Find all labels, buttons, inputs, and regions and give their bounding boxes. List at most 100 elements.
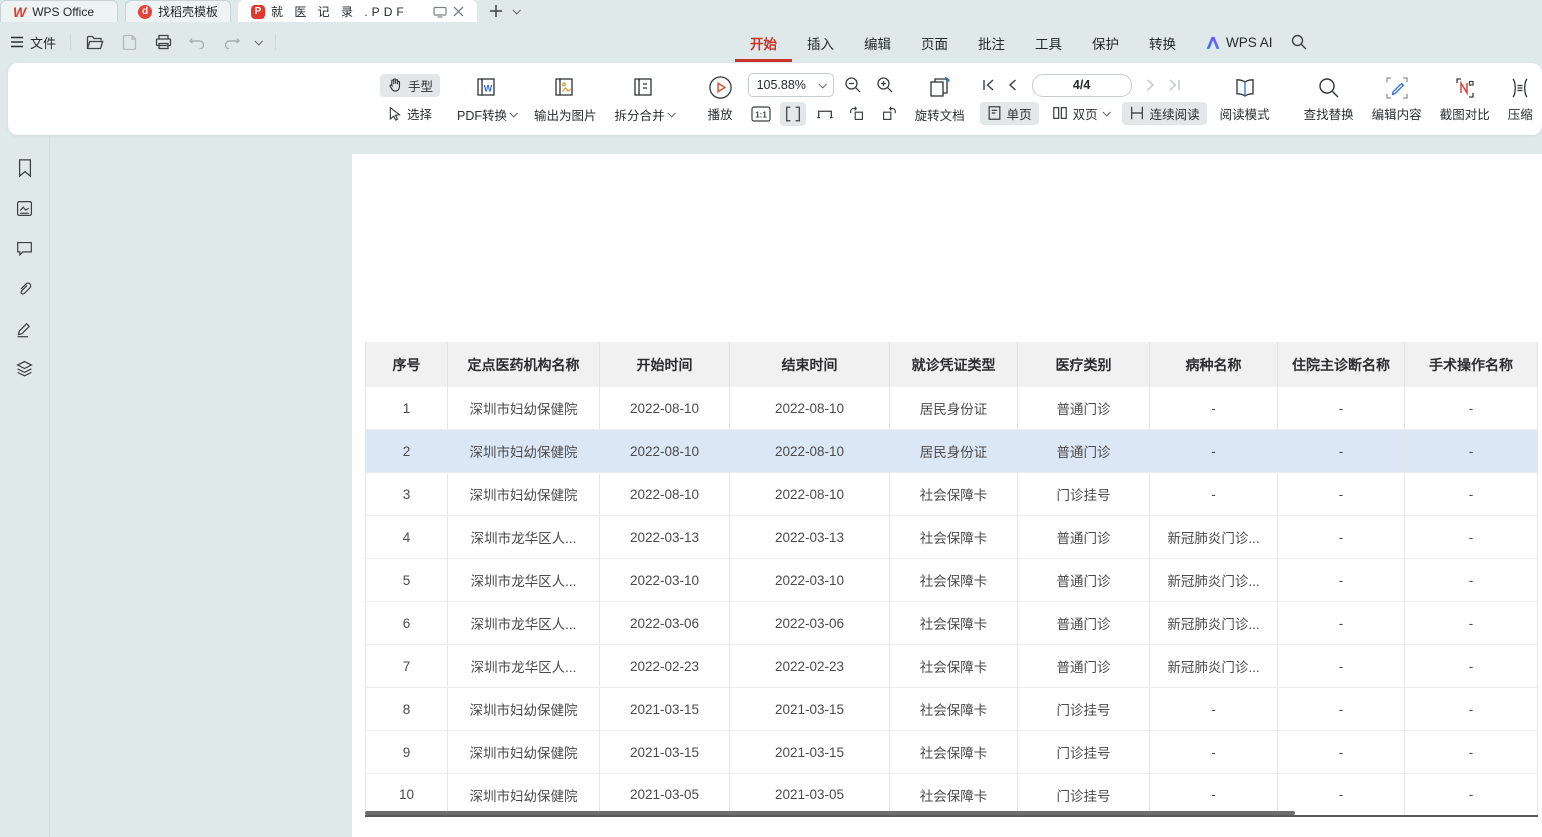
table-cell: - bbox=[1278, 688, 1405, 730]
signature-icon[interactable] bbox=[13, 317, 37, 339]
tab-wps-office[interactable]: W WPS Office bbox=[0, 0, 118, 22]
table-cell: 2022-08-10 bbox=[730, 473, 890, 515]
ribbon-toolbar: 手型 选择 W PDF转换 输出为图片 拆分合并 播放 bbox=[8, 63, 1542, 135]
rotate-left-button[interactable] bbox=[844, 102, 870, 126]
redo-icon[interactable] bbox=[221, 32, 241, 52]
previous-page-button[interactable] bbox=[1004, 75, 1022, 95]
page-indicator-value: 4/4 bbox=[1073, 78, 1090, 92]
table-cell: 社会保障卡 bbox=[890, 774, 1018, 815]
export-as-image-button[interactable]: 输出为图片 bbox=[525, 72, 606, 127]
new-tab-button[interactable] bbox=[489, 4, 503, 18]
table-cell: 2022-08-10 bbox=[600, 430, 730, 472]
screen-share-icon[interactable] bbox=[433, 6, 447, 18]
rotate-right-button[interactable] bbox=[876, 102, 902, 126]
pdf-convert-button[interactable]: W PDF转换 bbox=[448, 72, 525, 127]
undo-icon[interactable] bbox=[187, 32, 207, 52]
docer-icon: d bbox=[138, 5, 152, 19]
tab-document-active[interactable]: P 就 医 记 录 .PDF bbox=[238, 0, 477, 22]
table-cell: 社会保障卡 bbox=[890, 645, 1018, 687]
table-cell: 门诊挂号 bbox=[1018, 473, 1150, 515]
table-cell: 2022-02-23 bbox=[600, 645, 730, 687]
actual-size-button[interactable]: 1:1 bbox=[748, 102, 774, 126]
table-cell: - bbox=[1150, 387, 1278, 429]
table-cell: 新冠肺炎门诊... bbox=[1150, 645, 1278, 687]
zoom-out-button[interactable] bbox=[840, 73, 866, 97]
table-cell: 2022-03-10 bbox=[600, 559, 730, 601]
column-header: 手术操作名称 bbox=[1405, 342, 1538, 387]
table-cell: 7 bbox=[365, 645, 448, 687]
hand-tool-button[interactable]: 手型 bbox=[380, 74, 440, 97]
table-cell: 居民身份证 bbox=[890, 387, 1018, 429]
undo-history-chevron-icon[interactable] bbox=[254, 37, 262, 45]
menu-tab-edit[interactable]: 编辑 bbox=[849, 23, 906, 62]
table-cell: - bbox=[1278, 645, 1405, 687]
single-page-button[interactable]: 单页 bbox=[980, 102, 1039, 125]
wps-ai-icon bbox=[1205, 35, 1221, 50]
table-cell: - bbox=[1405, 430, 1538, 472]
fit-width-button[interactable] bbox=[812, 102, 838, 126]
play-button[interactable]: 播放 bbox=[699, 72, 742, 126]
hamburger-icon bbox=[10, 36, 24, 48]
split-merge-button[interactable]: 拆分合并 bbox=[606, 72, 683, 127]
hand-tool-label: 手型 bbox=[408, 76, 433, 95]
menu-search-icon[interactable] bbox=[1291, 34, 1307, 50]
table-cell: 3 bbox=[365, 473, 448, 515]
bookmark-icon[interactable] bbox=[13, 157, 37, 179]
screenshot-compare-button[interactable]: 截图对比 bbox=[1431, 73, 1499, 126]
export-image-label: 输出为图片 bbox=[534, 105, 597, 124]
column-header: 就诊凭证类型 bbox=[890, 342, 1018, 387]
column-header: 序号 bbox=[365, 342, 448, 387]
comments-icon[interactable] bbox=[13, 237, 37, 259]
table-cell: 2021-03-15 bbox=[600, 731, 730, 773]
close-icon[interactable] bbox=[453, 6, 464, 17]
compress-button[interactable]: 压缩 bbox=[1499, 73, 1542, 126]
split-merge-icon bbox=[631, 75, 657, 101]
file-menu-button[interactable]: 文件 bbox=[10, 33, 56, 52]
thumbnails-icon[interactable] bbox=[13, 197, 37, 219]
first-page-button[interactable] bbox=[980, 75, 998, 95]
next-page-button[interactable] bbox=[1142, 75, 1160, 95]
hand-icon bbox=[387, 77, 403, 93]
read-mode-icon bbox=[1232, 76, 1258, 100]
zoom-level-select[interactable]: 105.88% bbox=[748, 73, 834, 97]
last-page-button[interactable] bbox=[1166, 75, 1184, 95]
open-file-icon[interactable] bbox=[85, 32, 105, 52]
read-mode-button[interactable]: 阅读模式 bbox=[1211, 73, 1279, 126]
save-icon[interactable] bbox=[119, 32, 139, 52]
double-page-button[interactable]: 双页 bbox=[1045, 102, 1116, 125]
table-cell: 新冠肺炎门诊... bbox=[1150, 602, 1278, 644]
menu-tab-convert[interactable]: 转换 bbox=[1134, 23, 1191, 62]
table-cell: - bbox=[1405, 774, 1538, 815]
table-row: 9深圳市妇幼保健院2021-03-152021-03-15社会保障卡门诊挂号--… bbox=[365, 731, 1538, 774]
continuous-reading-icon bbox=[1129, 105, 1145, 121]
select-tool-button[interactable]: 选择 bbox=[380, 102, 440, 125]
wps-ai-button[interactable]: WPS AI bbox=[1205, 35, 1273, 50]
layers-icon[interactable] bbox=[13, 357, 37, 379]
table-cell: - bbox=[1405, 516, 1538, 558]
column-header: 开始时间 bbox=[600, 342, 730, 387]
horizontal-scrollbar-thumb[interactable] bbox=[365, 811, 1295, 815]
table-cell: 深圳市龙华区人... bbox=[448, 559, 600, 601]
menu-tab-page[interactable]: 页面 bbox=[906, 23, 963, 62]
table-cell: 2021-03-05 bbox=[600, 774, 730, 815]
table-cell: 深圳市妇幼保健院 bbox=[448, 387, 600, 429]
menu-tab-annotate[interactable]: 批注 bbox=[963, 23, 1020, 62]
menu-tab-insert[interactable]: 插入 bbox=[792, 23, 849, 62]
print-icon[interactable] bbox=[153, 32, 173, 52]
fit-page-button[interactable] bbox=[780, 102, 806, 126]
tab-docer-templates[interactable]: d 找稻壳模板 bbox=[125, 0, 231, 22]
menu-tab-tools[interactable]: 工具 bbox=[1020, 23, 1077, 62]
attachments-icon[interactable] bbox=[13, 277, 37, 299]
rotate-document-button[interactable]: 旋转文档 bbox=[906, 72, 974, 127]
edit-content-button[interactable]: 编辑内容 bbox=[1363, 73, 1431, 126]
table-cell: 5 bbox=[365, 559, 448, 601]
continuous-reading-button[interactable]: 连续阅读 bbox=[1122, 102, 1207, 125]
zoom-in-button[interactable] bbox=[872, 73, 898, 97]
page-indicator-input[interactable]: 4/4 bbox=[1032, 74, 1132, 97]
menu-tab-home[interactable]: 开始 bbox=[735, 23, 792, 62]
tab-list-chevron-icon[interactable] bbox=[512, 6, 520, 14]
menu-tabs: 开始 插入 编辑 页面 批注 工具 保护 转换 WPS AI bbox=[735, 22, 1307, 62]
find-replace-button[interactable]: 查找替换 bbox=[1295, 73, 1363, 126]
menu-tab-protect[interactable]: 保护 bbox=[1077, 23, 1134, 62]
screenshot-compare-label: 截图对比 bbox=[1440, 104, 1490, 123]
